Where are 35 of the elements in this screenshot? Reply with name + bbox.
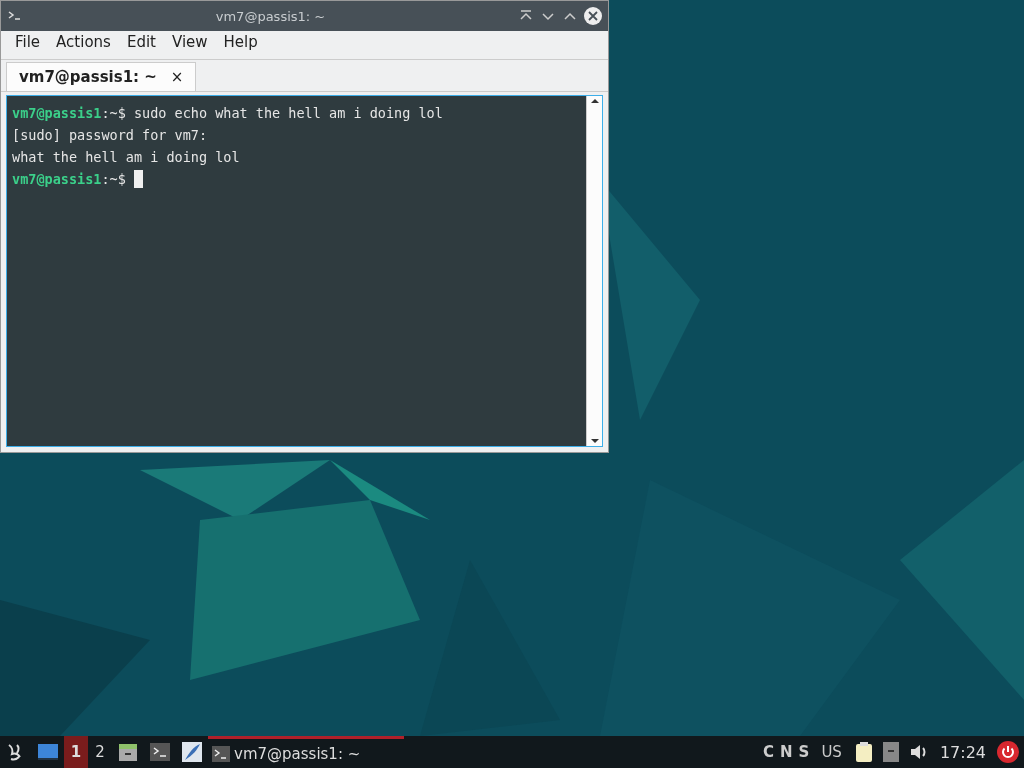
desktop-icon[interactable] [37, 742, 59, 762]
terminal-icon [212, 745, 230, 762]
scrollbar[interactable] [586, 96, 602, 446]
clipboard-icon[interactable] [854, 741, 873, 763]
menu-item[interactable]: Edit [118, 33, 164, 51]
close-icon[interactable] [584, 7, 602, 25]
device-icon[interactable] [882, 742, 899, 762]
workspace-button[interactable]: 2 [88, 736, 112, 768]
power-icon[interactable] [997, 741, 1019, 763]
terminal-icon[interactable] [149, 741, 171, 763]
scroll-up-icon[interactable] [589, 96, 600, 106]
prompt-path: :~$ [101, 104, 126, 123]
file-cabinet-icon[interactable] [117, 741, 139, 763]
lock-indicator: C [763, 743, 774, 761]
menu-item[interactable]: File [7, 33, 49, 51]
clock[interactable]: 17:24 [939, 742, 986, 762]
menu-item[interactable]: View [163, 33, 216, 51]
lock-indicator: N [780, 743, 793, 761]
workspace-button[interactable]: 1 [64, 736, 88, 768]
output-text: [sudo] password for vm7: [12, 126, 208, 145]
terminal-tab[interactable]: vm7@passis1: ~ × [6, 62, 197, 91]
window-title: vm7@passis1: ~ [214, 8, 327, 24]
task-button[interactable]: vm7@passis1: ~ [208, 736, 404, 768]
tab-close-button[interactable]: × [170, 68, 184, 86]
prompt-user: vm7@passis1 [12, 170, 102, 189]
lock-indicator: S [798, 743, 810, 761]
prompt-path: :~$ [101, 170, 126, 189]
output-text: what the hell am i doing lol [12, 148, 240, 167]
prompt-user: vm7@passis1 [12, 104, 102, 123]
command-text: sudo echo what the hell am i doing lol [133, 104, 443, 123]
scroll-down-icon[interactable] [589, 436, 600, 446]
menu-item[interactable]: Actions [48, 33, 119, 51]
menu-item[interactable]: Help [215, 33, 266, 51]
feather-icon[interactable] [181, 741, 203, 763]
keyboard-layout[interactable]: US [821, 743, 842, 761]
